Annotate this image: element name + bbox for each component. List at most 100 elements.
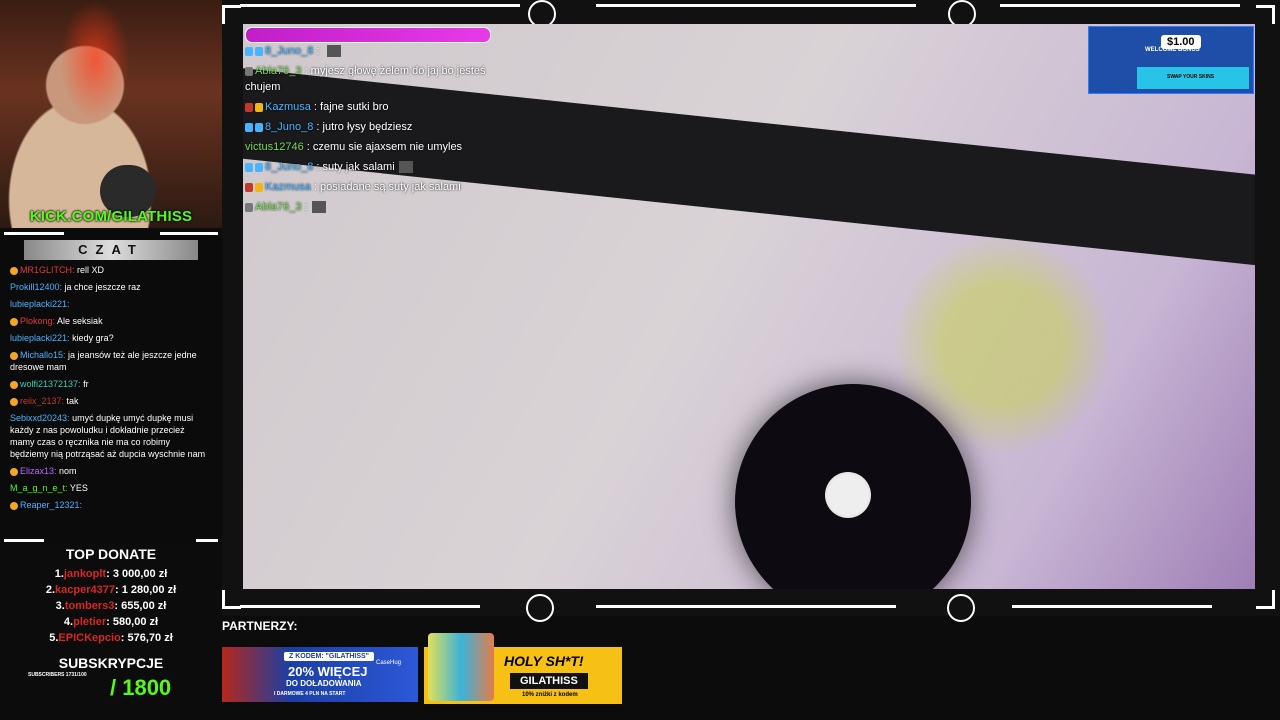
frame-bottom-line <box>596 605 896 608</box>
donate-rank: 4. <box>63 616 74 628</box>
ad-code: Z KODEM: "GILATHISS" <box>284 652 375 661</box>
donate-row: 1.jankoplt: 3 000,00 zł <box>0 566 222 582</box>
donate-rank: 3. <box>55 600 65 612</box>
overlay-chat-message: Kazmusa : fajne sutki bro <box>245 97 515 117</box>
overlay-chat-user: 8_Juno_8 <box>265 121 314 133</box>
user-badge-icon <box>10 317 18 326</box>
chat-message: Elizax13: nom <box>10 465 210 477</box>
donate-rank: 2. <box>45 584 56 596</box>
chat-username: M_a_g_n_e_t: <box>10 483 68 493</box>
overlay-chat-text: : suty jak salami <box>316 161 395 173</box>
ad-line2: DO DOŁADOWANIA <box>286 679 362 688</box>
chat-message-list: MR1GLITCH: rell XD Prokill12400: ja chce … <box>10 264 210 516</box>
overlay-chat-message: Abla76_3 : <box>245 197 515 217</box>
chat-username: lubieplacki221: <box>10 299 70 309</box>
donate-row: 5.EPICKepcio: 576,70 zł <box>0 630 222 646</box>
sponsor-logo-icon <box>947 594 975 622</box>
donor-name: jankoplt <box>63 568 107 580</box>
overlay-chat-user: 8_Juno_8 <box>265 45 314 57</box>
user-badge-icon <box>10 501 18 510</box>
chat-frame-line <box>4 232 64 235</box>
promo-banner[interactable]: $1.00 WELCOME BONUS SWAP YOUR SKINS <box>1088 26 1254 94</box>
chat-frame-line <box>160 232 218 235</box>
chat-message: reiix_2137: tak <box>10 395 210 407</box>
badge-icon <box>245 202 253 212</box>
chat-message: Sebixxd20243: umyć dupkę umyć dupkę musi… <box>10 412 210 460</box>
frame-bottom-line <box>1012 605 1212 608</box>
overlay-chat: 8_Juno_8 : Abla76_3 : myjesz głowę żelem… <box>245 41 515 217</box>
ad-line3: I DARMOWE 4 PLN NA START <box>274 691 346 697</box>
user-badge-icon <box>10 380 18 389</box>
overlay-chat-text: : posiadane są suty jak salami <box>313 181 461 193</box>
ad-brand: CaseHug <box>376 660 402 666</box>
overlay-chat-user: Kazmusa <box>265 101 311 113</box>
subscriptions-widget: SUBSKRYPCJE SUBSCRIBERS 1731/100 / 1800 <box>0 655 222 700</box>
stream-bulb <box>825 472 871 518</box>
promo-swap-text: SWAP YOUR SKINS <box>1167 74 1215 80</box>
donor-name: EPICKepcio <box>58 632 121 644</box>
webcam-background-light <box>60 0 130 120</box>
chat-frame-line <box>196 539 218 542</box>
chat-text: ja chce jeszcze raz <box>64 282 141 292</box>
chat-frame-line <box>4 539 44 542</box>
chat-message: M_a_g_n_e_t: YES <box>10 482 210 494</box>
overlay-chat-text: : czemu sie ajaxsem nie umyles <box>306 141 463 153</box>
emote-icon <box>311 201 326 214</box>
chat-message: Michallo15: ja jeansów też ale jeszcze j… <box>10 349 210 373</box>
drink-cans-image <box>428 633 494 701</box>
overlay-chat-user: Abla76_3 <box>255 201 302 213</box>
donate-amount: : 3 000,00 zł <box>106 568 168 580</box>
ad-headline: 20% WIĘCEJ <box>288 664 368 679</box>
badge-icon <box>255 46 263 56</box>
chat-username: Prokill12400: <box>10 282 63 292</box>
donate-amount: : 655,00 zł <box>114 600 167 612</box>
subs-count: SUBSCRIBERS 1731/100 <box>28 672 87 678</box>
chat-text: rell XD <box>77 265 105 275</box>
chat-username: Reaper_12321: <box>20 500 83 510</box>
overlay-chat-user: Abla76_3 <box>255 65 302 77</box>
chat-panel: CZAT MR1GLITCH: rell XD Prokill12400: ja … <box>0 230 222 542</box>
partner-ad-casehug[interactable]: Z KODEM: "GILATHISS" CaseHug 20% WIĘCEJ … <box>222 647 418 702</box>
overlay-chat-message: victus12746 : czemu sie ajaxsem nie umyl… <box>245 137 515 157</box>
chat-text: fr <box>83 379 89 389</box>
promo-swap-strip: SWAP YOUR SKINS <box>1137 67 1249 89</box>
overlay-chat-user: 8_Juno_8 <box>265 161 314 173</box>
chat-text: tak <box>66 396 79 406</box>
overlay-chat-text: : fajne sutki bro <box>313 101 389 113</box>
overlay-chat-message: 8_Juno_8 : suty jak salami <box>245 157 515 177</box>
channel-url: KICK.COM/GILATHISS <box>29 208 193 225</box>
frame-corner <box>222 590 241 609</box>
badge-icon <box>255 122 263 132</box>
user-badge-icon <box>10 266 18 275</box>
frame-corner <box>1256 5 1275 24</box>
subs-goal: / 1800 <box>110 675 172 700</box>
donor-name: pletier <box>73 616 107 628</box>
partner-ad-holysht[interactable]: HOLY SH*T! GILATHISS 10% zniżki z kodem <box>424 633 622 704</box>
donate-rank: 1. <box>54 568 64 580</box>
user-badge-icon <box>10 397 18 406</box>
promo-label: WELCOME BONUS <box>1145 47 1200 53</box>
overlay-chat-message: 8_Juno_8 : jutro łysy będziesz <box>245 117 515 137</box>
ad-code: GILATHISS <box>510 673 588 689</box>
ad-headline: HOLY SH*T! <box>504 653 584 669</box>
user-badge-icon <box>10 467 18 476</box>
badge-icon <box>255 102 263 112</box>
chat-text: YES <box>69 483 88 493</box>
user-badge-icon <box>10 351 18 360</box>
frame-top-line <box>1000 4 1240 7</box>
overlay-chat-message: Abla76_3 : myjesz głowę żelem do jaj bo … <box>245 61 515 97</box>
chat-message: MR1GLITCH: rell XD <box>10 264 210 276</box>
chat-text: kiedy gra? <box>72 333 114 343</box>
partners-label: PARTNERZY: <box>222 619 298 633</box>
badge-icon <box>245 182 253 192</box>
chat-username: wolfi21372137: <box>20 379 81 389</box>
badge-icon <box>245 102 253 112</box>
donate-row: 4.pletier: 580,00 zł <box>0 614 222 630</box>
chat-message: wolfi21372137: fr <box>10 378 210 390</box>
subs-title: SUBSKRYPCJE <box>58 655 164 671</box>
webcam-feed <box>0 0 222 228</box>
chat-username: MR1GLITCH: <box>20 265 75 275</box>
overlay-chat-text: : <box>304 201 308 213</box>
donate-row: 3.tombers3: 655,00 zł <box>0 598 222 614</box>
donate-amount: : 576,70 zł <box>120 632 173 644</box>
